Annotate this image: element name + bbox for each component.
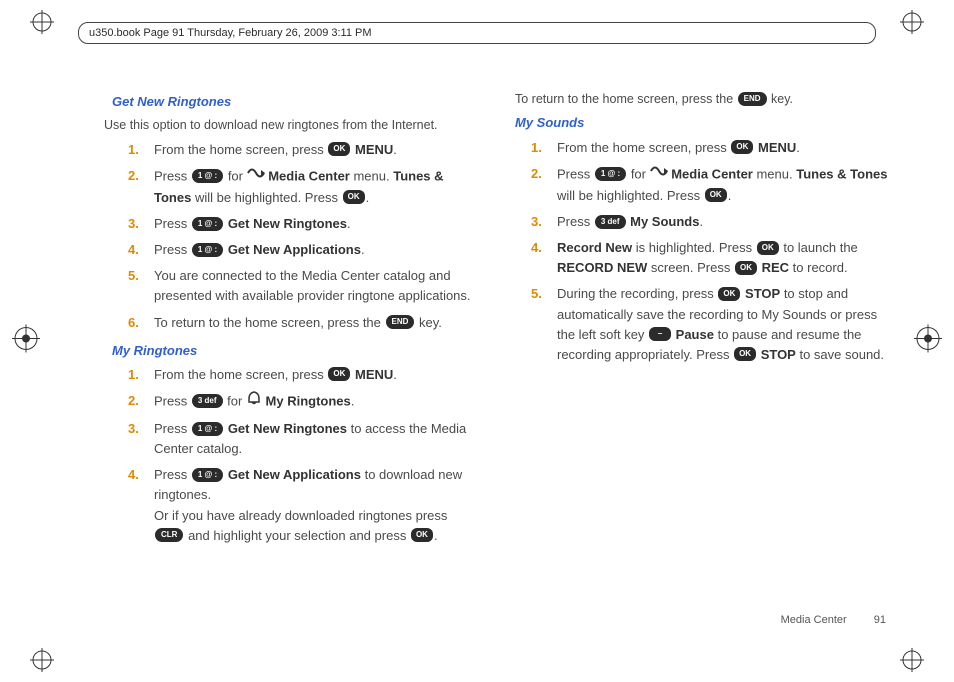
step-item: 4. Record New is highlighted. Press OK t… [531,238,896,278]
step-item: 5. During the recording, press OK STOP t… [531,284,896,365]
footer-section: Media Center [781,614,847,626]
ok-key-icon: OK [731,140,753,154]
section-title: Get New Ringtones [112,92,479,112]
registration-mark-icon [914,325,942,358]
step-item: 2. Press 3 def for My Ringtones. [128,391,479,413]
step-item: 1. From the home screen, press OK MENU. [128,140,479,160]
cropmark-icon [30,10,54,34]
step-item: 1. From the home screen, press OK MENU. [128,365,479,385]
intro-text: To return to the home screen, press the … [515,90,896,109]
left-column: Get New Ringtones Use this option to dow… [98,90,479,552]
ok-key-icon: OK [718,287,740,301]
ok-key-icon: OK [705,188,727,202]
step-item: 3. Press 3 def My Sounds. [531,212,896,232]
step-item: 4. Press 1 @ : Get New Applications to d… [128,465,479,546]
nav-right-icon [650,163,668,185]
one-key-icon: 1 @ : [192,169,223,183]
step-item: 4. Press 1 @ : Get New Applications. [128,240,479,260]
registration-mark-icon [12,325,40,358]
cropmark-icon [900,648,924,672]
one-key-icon: 1 @ : [192,422,223,436]
end-key-icon: END [386,315,415,329]
step-item: 5. You are connected to the Media Center… [128,266,479,306]
ok-key-icon: OK [757,241,779,255]
one-key-icon: 1 @ : [192,243,223,257]
intro-text: Use this option to download new ringtone… [104,116,479,135]
page-header: u350.book Page 91 Thursday, February 26,… [78,22,876,44]
ok-key-icon: OK [735,261,757,275]
section-title: My Sounds [515,113,896,133]
steps-list: 1. From the home screen, press OK MENU. … [98,140,479,333]
page-number: 91 [874,614,886,626]
ok-key-icon: OK [734,347,756,361]
steps-list: 1. From the home screen, press OK MENU. … [98,365,479,546]
page-footer: Media Center 91 [781,614,886,626]
one-key-icon: 1 @ : [192,217,223,231]
ok-key-icon: OK [328,142,350,156]
right-column: To return to the home screen, press the … [515,90,896,552]
ringtone-icon [246,390,262,412]
ok-key-icon: OK [343,190,365,204]
ok-key-icon: OK [328,367,350,381]
nav-right-icon [247,165,265,187]
one-key-icon: 1 @ : [192,468,223,482]
step-item: 6. To return to the home screen, press t… [128,313,479,333]
header-text: u350.book Page 91 Thursday, February 26,… [89,27,372,39]
step-item: 3. Press 1 @ : Get New Ringtones to acce… [128,419,479,459]
cropmark-icon [900,10,924,34]
three-key-icon: 3 def [192,394,223,408]
end-key-icon: END [738,92,767,106]
step-item: 2. Press 1 @ : for Media Center menu. Tu… [531,164,896,206]
one-key-icon: 1 @ : [595,167,626,181]
cropmark-icon [30,648,54,672]
three-key-icon: 3 def [595,215,626,229]
section-title: My Ringtones [112,341,479,361]
step-item: 2. Press 1 @ : for Media Center menu. Tu… [128,166,479,208]
ok-key-icon: OK [411,528,433,542]
softkey-icon: – [649,327,671,341]
step-item: 3. Press 1 @ : Get New Ringtones. [128,214,479,234]
steps-list: 1. From the home screen, press OK MENU. … [515,138,896,365]
step-item: 1. From the home screen, press OK MENU. [531,138,896,158]
clr-key-icon: CLR [155,528,183,542]
